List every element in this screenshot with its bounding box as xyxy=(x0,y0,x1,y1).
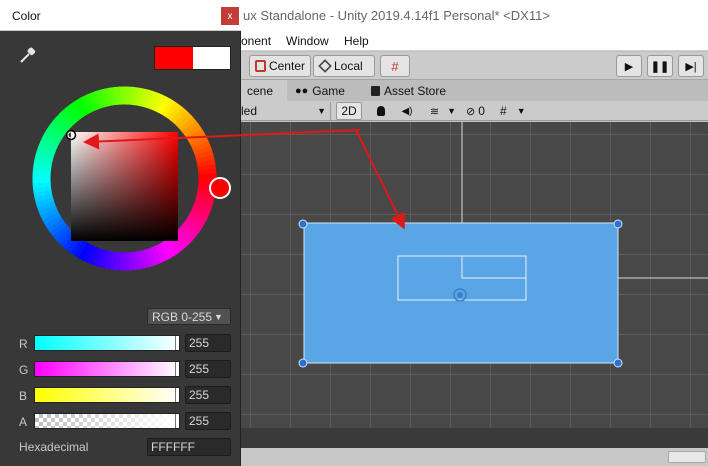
close-button[interactable]: x xyxy=(221,7,239,25)
close-icon: x xyxy=(227,10,233,22)
tab-scene-label: cene xyxy=(247,83,274,98)
corner-handle-top-left[interactable] xyxy=(298,219,308,229)
chevron-down-icon: ▼ xyxy=(214,311,223,322)
gamepad-icon: ●● xyxy=(295,84,309,97)
pause-icon: ❚❚ xyxy=(650,60,670,73)
alpha-value-field[interactable]: 255 xyxy=(185,412,231,430)
green-slider[interactable] xyxy=(34,361,180,377)
blue-value-field[interactable]: 255 xyxy=(185,386,231,404)
grid-snap-icon: # xyxy=(391,58,399,74)
color-picker-titlebar[interactable]: Color x xyxy=(0,0,241,31)
menu-component[interactable]: onent xyxy=(241,34,271,48)
snap-button[interactable]: # xyxy=(380,55,410,77)
corner-handle-bottom-left[interactable] xyxy=(298,358,308,368)
color-preview-swatch xyxy=(154,46,231,70)
channel-label-g: G xyxy=(19,363,29,377)
tab-game[interactable]: ●● Game xyxy=(289,80,359,101)
grid-icon: # xyxy=(500,104,507,118)
color-mode-dropdown[interactable]: RGB 0-255 ▼ xyxy=(147,308,231,325)
lighting-toggle[interactable] xyxy=(370,102,392,120)
toggle-2d-label: 2D xyxy=(341,104,357,118)
chevron-down-icon: ▼ xyxy=(317,106,326,116)
green-value-field[interactable]: 255 xyxy=(185,360,231,378)
effects-toggle[interactable]: ≋ ▼ xyxy=(424,102,462,120)
pivot-label: Center xyxy=(268,59,305,73)
play-icon: ▶ xyxy=(624,60,634,73)
slider-handle[interactable] xyxy=(175,336,177,350)
color-picker-title: Color xyxy=(12,9,41,23)
alpha-slider[interactable] xyxy=(34,413,180,429)
lightbulb-icon xyxy=(377,106,385,116)
toggle-2d-button[interactable]: 2D xyxy=(336,102,362,120)
tab-scene[interactable]: cene xyxy=(241,80,287,101)
layers-icon: ≋ xyxy=(429,105,440,118)
slider-handle[interactable] xyxy=(175,414,177,428)
shading-mode-dropdown[interactable]: led ▼ xyxy=(241,102,331,120)
pivot-center-button[interactable]: Center xyxy=(249,55,311,77)
status-field xyxy=(668,451,706,463)
channel-label-b: B xyxy=(19,389,28,403)
slider-handle[interactable] xyxy=(175,362,177,376)
shading-mode-label: led xyxy=(241,104,258,118)
tab-asset-store[interactable]: Asset Store xyxy=(365,80,465,101)
new-color-swatch xyxy=(193,47,230,69)
saturation-value-shade xyxy=(71,132,178,241)
cube-icon xyxy=(318,59,332,73)
menu-window[interactable]: Window xyxy=(286,34,329,48)
shopping-bag-icon xyxy=(371,85,380,96)
hue-cursor[interactable] xyxy=(209,177,231,199)
color-picker-window: Color x RGB 0-255 ▼ R 255 G 255 B 255 A … xyxy=(0,0,241,466)
corner-handle-bottom-right[interactable] xyxy=(613,358,623,368)
channel-label-a: A xyxy=(19,415,28,429)
pivot-local-button[interactable]: Local xyxy=(313,55,375,77)
hsv-color-wheel[interactable] xyxy=(16,86,233,271)
window-title: ux Standalone - Unity 2019.4.14f1 Person… xyxy=(243,8,550,23)
speaker-icon: ◀) xyxy=(401,105,413,117)
tab-asset-store-label: Asset Store xyxy=(384,83,447,98)
tab-game-label: Game xyxy=(312,83,345,98)
channel-label-r: R xyxy=(19,337,28,351)
gizmos-dropdown[interactable]: # ▼ xyxy=(500,102,538,120)
pivot-icon xyxy=(255,60,266,72)
color-mode-label: RGB 0-255 xyxy=(152,309,213,324)
audio-toggle[interactable]: ◀) xyxy=(396,102,418,120)
play-button[interactable]: ▶ xyxy=(616,55,642,77)
step-button[interactable]: ▶| xyxy=(678,55,704,77)
eyedropper-icon xyxy=(20,47,36,63)
corner-handle-top-right[interactable] xyxy=(613,219,623,229)
hidden-eye-icon: ⊘ xyxy=(466,105,476,118)
red-value-field[interactable]: 255 xyxy=(185,334,231,352)
pivot-dot xyxy=(457,292,463,298)
scene-visibility-toggle[interactable]: ⊘ 0 xyxy=(466,102,496,120)
hidden-count: 0 xyxy=(478,104,485,118)
step-icon: ▶| xyxy=(685,60,697,73)
hexadecimal-field[interactable]: FFFFFF xyxy=(147,438,231,456)
menu-help[interactable]: Help xyxy=(344,34,369,48)
eyedropper-button[interactable] xyxy=(18,45,38,65)
slider-handle[interactable] xyxy=(175,388,177,402)
red-slider[interactable] xyxy=(34,335,180,351)
pause-button[interactable]: ❚❚ xyxy=(647,55,673,77)
chevron-down-icon: ▼ xyxy=(447,106,457,116)
blue-slider[interactable] xyxy=(34,387,180,403)
original-color-swatch[interactable] xyxy=(155,47,193,69)
space-label: Local xyxy=(334,59,363,73)
chevron-down-icon: ▼ xyxy=(516,106,526,116)
hexadecimal-label: Hexadecimal xyxy=(19,440,89,454)
